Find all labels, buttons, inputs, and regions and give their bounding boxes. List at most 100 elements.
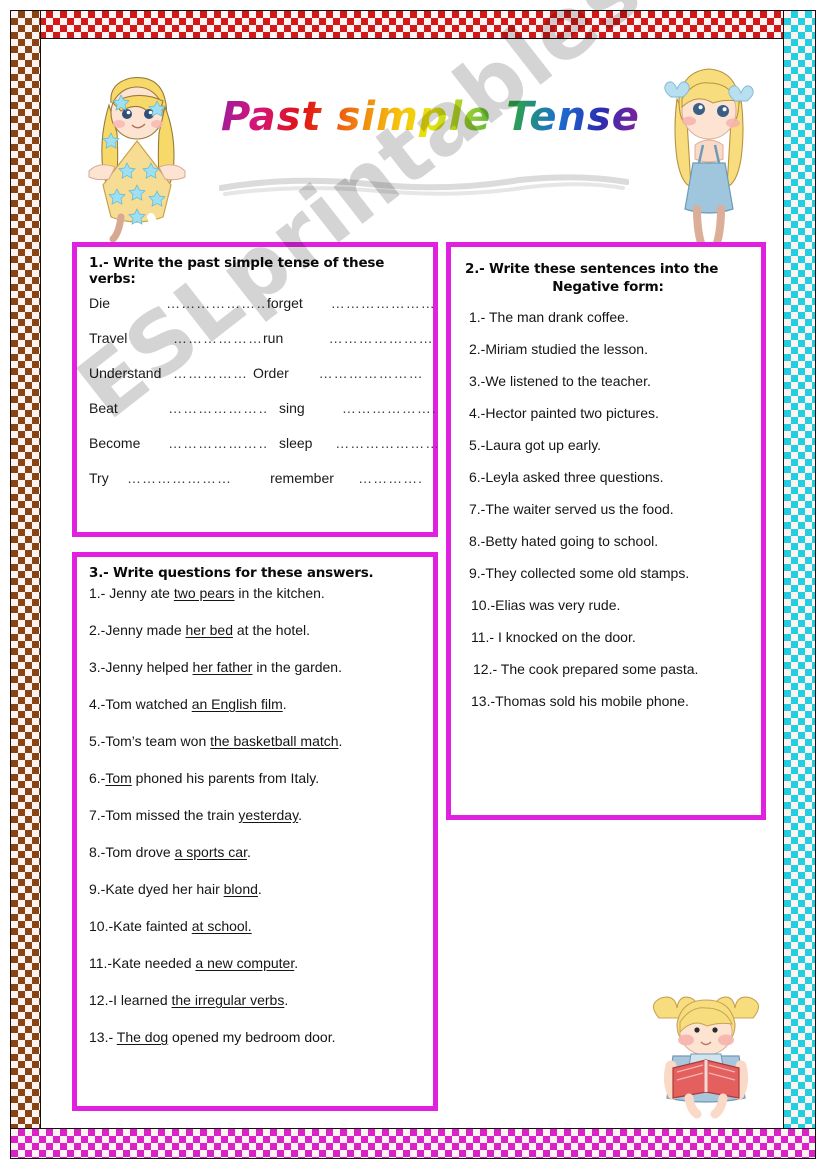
verb-cell-right: Order ………………… xyxy=(253,365,423,381)
list-item[interactable]: 3.-We listened to the teacher. xyxy=(469,373,751,389)
list-item[interactable]: 9.-They collected some old stamps. xyxy=(469,565,751,581)
sentence-post: . xyxy=(282,696,287,712)
sentence-pre: 5.-Tom’s team won xyxy=(89,733,211,749)
sentence-post: . xyxy=(284,992,289,1008)
verb-cell-right: run ………………… xyxy=(263,330,433,346)
answer-blank[interactable]: ………………… xyxy=(329,330,433,346)
list-item[interactable]: 5.-Laura got up early. xyxy=(469,437,751,453)
decorative-frame: Past simple Tense 1.- Write the past sim… xyxy=(10,10,816,1159)
verb-label: Try xyxy=(89,470,109,486)
border-band-left xyxy=(11,11,41,1158)
answer-blank[interactable]: …………. xyxy=(358,470,423,486)
verb-cell-right: sleep ………………… xyxy=(267,435,437,451)
verb-label: sleep xyxy=(279,435,313,451)
answer-blank[interactable]: ……………….. xyxy=(342,400,437,416)
girl-star-dress-illustration xyxy=(59,67,209,242)
list-item[interactable]: 4.-Tom watched an English film. xyxy=(89,696,425,712)
underlined-answer: The dog xyxy=(116,1029,169,1045)
answer-blank[interactable]: …………………. xyxy=(331,295,437,311)
answer-blank[interactable]: ………………… xyxy=(168,435,267,451)
border-band-right xyxy=(783,11,815,1158)
verb-row: Understand …………… Order ………………… xyxy=(89,365,423,400)
exercise-1-box: 1.- Write the past simple tense of these… xyxy=(72,242,438,537)
sentence-post: at the hotel. xyxy=(232,622,311,638)
answer-blank[interactable]: ………………… xyxy=(319,365,423,381)
sentence-pre: 6.- xyxy=(89,770,106,786)
list-item[interactable]: 12.-I learned the irregular verbs. xyxy=(89,992,425,1008)
verb-label: run xyxy=(263,330,284,346)
answer-blank[interactable]: ………………… xyxy=(168,400,267,416)
underlined-answer: a sports car xyxy=(174,844,247,860)
verb-row: Try ………………… remember …………. xyxy=(89,470,423,505)
sentence-pre: 8.-Tom drove xyxy=(89,844,175,860)
page-title: Past simple Tense xyxy=(221,94,640,140)
verb-label: Understand xyxy=(89,365,162,381)
sentence-post: opened my bedroom door. xyxy=(168,1029,336,1045)
list-item[interactable]: 13.- The dog opened my bedroom door. xyxy=(89,1029,425,1045)
underlined-answer: blond xyxy=(223,881,258,897)
list-item[interactable]: 2.-Jenny made her bed at the hotel. xyxy=(89,622,425,638)
list-item[interactable]: 1.- Jenny ate two pears in the kitchen. xyxy=(89,585,425,601)
exercise-1-heading: 1.- Write the past simple tense of these… xyxy=(89,255,385,287)
list-item[interactable]: 11.-Kate needed a new computer. xyxy=(89,955,425,971)
answer-blank[interactable]: …………………. xyxy=(166,295,267,311)
sentence-post: in the garden. xyxy=(252,659,342,675)
answer-blank[interactable]: ………………… xyxy=(335,435,437,451)
verb-cell-left: Try ………………… xyxy=(89,470,258,486)
list-item[interactable]: 10.-Elias was very rude. xyxy=(471,597,751,613)
list-item[interactable]: 9.-Kate dyed her hair blond. xyxy=(89,881,425,897)
worksheet-page: Past simple Tense 1.- Write the past sim… xyxy=(0,0,826,1169)
list-item[interactable]: 4.-Hector painted two pictures. xyxy=(469,405,751,421)
underlined-answer: Tom xyxy=(105,770,132,786)
exercise-2-heading-line2: Negative form: xyxy=(552,279,664,295)
verb-cell-right: forget …………………. xyxy=(267,295,437,311)
list-item[interactable]: 7.-Tom missed the train yesterday. xyxy=(89,807,425,823)
worksheet-title-wrap: Past simple Tense xyxy=(221,97,639,137)
list-item[interactable]: 1.- The man drank coffee. xyxy=(469,309,751,325)
verb-label: Die xyxy=(89,295,111,311)
list-item[interactable]: 12.- The cook prepared some pasta. xyxy=(473,661,751,677)
border-band-top xyxy=(11,11,815,39)
girl-reading-book-illustration xyxy=(641,994,771,1119)
sentence-pre: 13.- xyxy=(89,1029,117,1045)
list-item[interactable]: 2.-Miriam studied the lesson. xyxy=(469,341,751,357)
list-item[interactable]: 11.- I knocked on the door. xyxy=(471,629,751,645)
answer-blank[interactable]: ……………… xyxy=(173,330,263,346)
exercise-3-heading: 3.- Write questions for these answers. xyxy=(89,565,374,581)
list-item[interactable]: 7.-The waiter served us the food. xyxy=(469,501,751,517)
list-item[interactable]: 6.-Tom phoned his parents from Italy. xyxy=(89,770,425,786)
sentence-pre: 12.-I learned xyxy=(89,992,172,1008)
answer-blank[interactable]: ………………… xyxy=(127,470,232,486)
sentence-post: . xyxy=(294,955,299,971)
underlined-answer: her father xyxy=(192,659,253,675)
exercise-1-verb-table: Die …………………. forget …………………. Travel …………… xyxy=(89,295,437,505)
exercise-2-box: 2.- Write these sentences into the Negat… xyxy=(446,242,766,820)
verb-label: remember xyxy=(270,470,334,486)
list-item[interactable]: 8.-Betty hated going to school. xyxy=(469,533,751,549)
list-item[interactable]: 10.-Kate fainted at school. xyxy=(89,918,425,934)
underlined-answer: her bed xyxy=(185,622,233,638)
verb-cell-left: Beat ………………… xyxy=(89,400,267,416)
sentence-post: . xyxy=(246,844,251,860)
answer-blank[interactable]: …………… xyxy=(173,365,248,381)
list-item[interactable]: 5.-Tom’s team won the basketball match. xyxy=(89,733,425,749)
list-item[interactable]: 13.-Thomas sold his mobile phone. xyxy=(471,693,751,709)
sentence-pre: 10.-Kate fainted xyxy=(89,918,192,934)
girl-shy-blue-dress-illustration xyxy=(649,59,769,249)
verb-cell-left: Die …………………. xyxy=(89,295,267,311)
sentence-post: phoned his parents from Italy. xyxy=(131,770,320,786)
list-item[interactable]: 3.-Jenny helped her father in the garden… xyxy=(89,659,425,675)
title-brush-swoosh xyxy=(219,174,629,196)
underlined-answer: a new computer xyxy=(195,955,295,971)
sentence-pre: 4.-Tom watched xyxy=(89,696,192,712)
exercise-3-sentence-list: 1.- Jenny ate two pears in the kitchen. … xyxy=(89,585,425,1045)
verb-label: sing xyxy=(279,400,305,416)
verb-label: forget xyxy=(267,295,303,311)
list-item[interactable]: 8.-Tom drove a sports car. xyxy=(89,844,425,860)
verb-label: Order xyxy=(253,365,289,381)
sentence-pre: 2.-Jenny made xyxy=(89,622,186,638)
underlined-answer: the irregular verbs xyxy=(171,992,285,1008)
list-item[interactable]: 6.-Leyla asked three questions. xyxy=(469,469,751,485)
exercise-3-box: 3.- Write questions for these answers. 1… xyxy=(72,552,438,1111)
verb-cell-right: remember …………. xyxy=(258,470,423,486)
